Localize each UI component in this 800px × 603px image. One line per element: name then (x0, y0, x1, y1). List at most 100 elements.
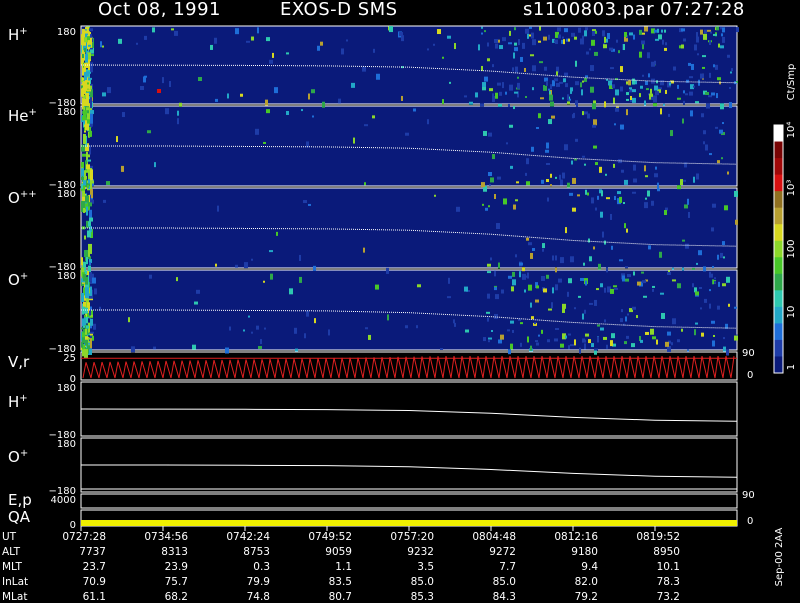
colorbar-tick-label: 10³ (786, 180, 797, 197)
spectrogram-plot: H+ 180−180He+ 180−180O++ 180−180O+ 180−180V,… (8, 25, 797, 586)
spectrogram-cell (623, 202, 625, 205)
spectrogram-cell (702, 66, 705, 69)
spectrogram-cell (87, 82, 89, 85)
spectrogram-cell (562, 36, 564, 39)
y-tick-label: 180 (57, 189, 76, 200)
spectrogram-cell (519, 262, 523, 266)
spectrogram-cell (508, 349, 511, 355)
spectrogram-cell (82, 153, 86, 157)
spectrogram-cell (447, 35, 451, 39)
spectrogram-cell (196, 289, 200, 294)
spectrogram-cell (562, 172, 565, 179)
spectrogram-cell (648, 245, 651, 250)
spectrogram-cell (526, 158, 529, 165)
spectrogram-cell (482, 82, 486, 88)
spectrogram-cell (488, 337, 492, 340)
spectrogram-cell (574, 36, 577, 40)
spectrogram-cell (286, 110, 289, 115)
spectrogram-cell (653, 103, 657, 107)
spectrogram-cell (661, 29, 663, 33)
spectrogram-cell (722, 241, 725, 246)
spectrogram-cell (620, 66, 623, 73)
colorbar-segment (774, 257, 783, 275)
spectrogram-cell (87, 36, 90, 41)
spectrogram-cell (709, 72, 711, 78)
spectrogram-cell (89, 262, 91, 266)
spectrogram-cell (568, 333, 571, 336)
spectrogram-cell (696, 36, 699, 43)
spectrogram-cell (633, 178, 637, 183)
spectrogram-cell (514, 27, 516, 31)
spectrogram-cell (89, 126, 91, 137)
colorbar-segment (774, 174, 783, 192)
spectrogram-cell (607, 33, 610, 40)
spectrogram-cell (682, 267, 684, 271)
spectrogram-cell (703, 266, 706, 272)
spectrogram-cell (274, 87, 278, 94)
spectrogram-cell (665, 89, 667, 94)
spectrogram-cell (570, 256, 574, 263)
spectrogram-cell (564, 28, 568, 33)
spectrogram-cell (712, 203, 716, 208)
spectrogram-cell (605, 173, 607, 176)
spectrogram-cell (612, 84, 615, 89)
spectrogram-cell (568, 38, 570, 42)
spectrogram-cell (572, 114, 574, 119)
y-tick-label: 180 (57, 107, 76, 118)
spectrogram-cell (372, 115, 375, 119)
colorbar-segment (774, 125, 783, 143)
spectrogram-cell (559, 81, 563, 84)
spectrogram-cell (628, 80, 631, 86)
spectrogram-cell (682, 118, 684, 124)
spectrogram-cell (653, 95, 657, 99)
spectrogram-cell (619, 259, 623, 262)
panel-label-superscript: + (29, 107, 37, 118)
spectrogram-cell (667, 331, 671, 336)
spectrogram-cell (227, 93, 229, 99)
spectrogram-cell (646, 88, 649, 91)
spectrogram-cell (546, 162, 550, 165)
spectrogram-cell (147, 130, 151, 134)
spectrogram-cell (246, 40, 250, 43)
spectrogram-cell (554, 338, 558, 342)
spectrogram-cell (600, 327, 604, 331)
spectrogram-cell (562, 97, 564, 100)
spectrogram-cell (265, 99, 268, 106)
spectrogram-cell (603, 44, 607, 49)
spectrogram-cell (624, 32, 627, 38)
panel-label: E,p (8, 491, 32, 509)
spectrogram-cell (269, 59, 273, 64)
spectrogram-cell (721, 33, 723, 37)
panel-label: H+ (8, 26, 28, 44)
spectrogram-cell (587, 113, 590, 119)
spectrogram-cell (636, 315, 638, 319)
ephemeris-value-mlt: 3.5 (417, 561, 434, 573)
spectrogram-cell (729, 87, 731, 90)
spectrogram-cell (405, 325, 408, 329)
spectrogram-cell (174, 30, 178, 36)
spectrogram-cell (657, 182, 659, 189)
panel-label: He+ (8, 107, 37, 125)
spectrogram-cell (387, 314, 389, 321)
plot-time: 07:27:28 (660, 0, 745, 20)
spectrogram-cell (84, 307, 88, 314)
spectrogram-cell (475, 92, 478, 98)
spectrogram-cell (597, 324, 600, 327)
spectrogram-cell (306, 310, 309, 317)
spectrogram-cell (699, 286, 702, 289)
spectrogram-cell (90, 338, 92, 349)
y-tick-label: 180 (57, 439, 76, 450)
spectrogram-cell (629, 90, 632, 93)
spectrogram-cell (85, 339, 88, 346)
spectrogram-cell (647, 52, 650, 59)
spectrogram-cell (93, 323, 96, 330)
spectrogram-cell (652, 336, 656, 340)
spectrogram-cell (362, 66, 366, 72)
spectrogram-cell (700, 73, 704, 79)
spectrogram-cell (565, 83, 568, 88)
spectrogram-cell (81, 292, 84, 302)
spectrogram-cell (87, 93, 89, 101)
spectrogram-cell (717, 160, 720, 164)
spectrogram-cell (728, 303, 730, 307)
spectrogram-cell (535, 299, 539, 303)
